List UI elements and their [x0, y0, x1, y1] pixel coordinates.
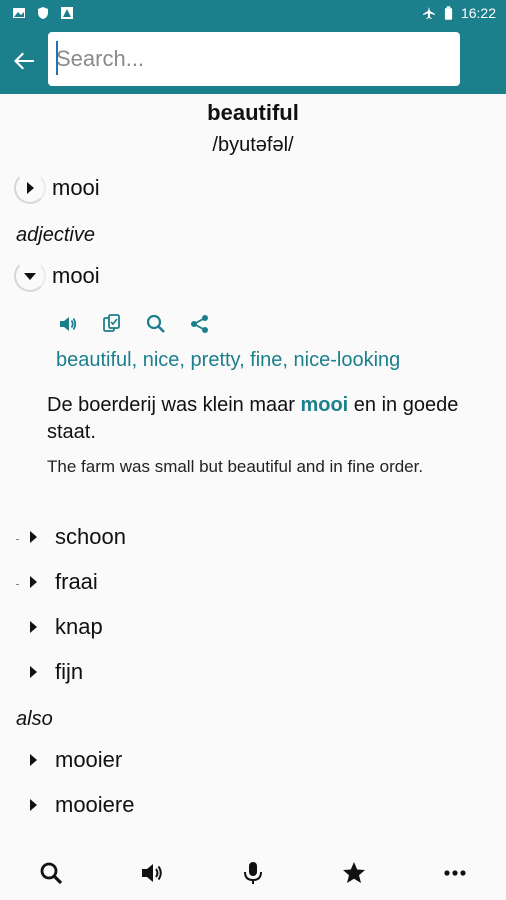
share-icon	[191, 315, 208, 333]
related-word[interactable]: mooier	[55, 747, 122, 773]
related-word[interactable]: mooiere	[55, 792, 134, 818]
translation-item[interactable]: schoon	[16, 524, 126, 550]
translation-word[interactable]: mooi	[52, 175, 100, 201]
expand-arrow-icon	[30, 576, 37, 588]
warning-icon	[61, 7, 73, 19]
example-dutch: De boerderij was klein maar mooi en in g…	[47, 392, 467, 446]
speaker-icon	[141, 864, 162, 882]
expand-arrow-icon	[30, 621, 37, 633]
voice-input-button[interactable]	[233, 853, 273, 893]
text-cursor	[56, 41, 58, 75]
bottom-toolbar	[0, 846, 506, 900]
translation-item[interactable]: fijn	[16, 659, 83, 685]
image-icon	[13, 8, 25, 18]
airplane-icon	[422, 7, 435, 19]
also-label: also	[16, 708, 53, 730]
expand-arrow-icon	[30, 754, 37, 766]
example-english: The farm was small but beautiful and in …	[47, 457, 424, 476]
headword: beautiful	[207, 100, 299, 125]
speak-button[interactable]	[56, 312, 80, 336]
microphone-icon	[243, 862, 262, 884]
related-item[interactable]: mooiere	[16, 792, 134, 818]
translation-word[interactable]: schoon	[55, 524, 126, 550]
speaker-icon	[60, 317, 77, 331]
translation-word[interactable]: mooi	[52, 263, 100, 289]
expand-arrow-icon	[30, 799, 37, 811]
status-time: 16:22	[460, 5, 496, 21]
synonyms[interactable]: beautiful, nice, pretty, fine, nice-look…	[56, 349, 400, 372]
expand-arrow-icon	[26, 182, 34, 194]
copy-icon	[103, 314, 120, 332]
battery-icon	[444, 5, 453, 20]
speak-tab-button[interactable]	[132, 853, 172, 893]
shield-icon	[38, 7, 48, 19]
example-dutch-before: De boerderij was klein maar	[47, 394, 301, 416]
star-icon	[343, 862, 366, 883]
back-button[interactable]	[8, 45, 40, 77]
example-dutch-highlight: mooi	[300, 394, 349, 416]
lookup-button[interactable]	[144, 312, 168, 336]
arrow-left-icon	[14, 52, 34, 70]
favorites-button[interactable]	[334, 853, 374, 893]
translation-item[interactable]: fraai	[16, 569, 98, 595]
translation-word[interactable]: fraai	[55, 569, 98, 595]
search-input[interactable]	[48, 32, 460, 86]
expand-toggle[interactable]	[14, 172, 46, 204]
collapse-toggle[interactable]	[14, 260, 46, 292]
search-tab-button[interactable]	[31, 853, 71, 893]
translation-row-expanded[interactable]: mooi	[14, 260, 100, 292]
part-of-speech: adjective	[16, 224, 95, 246]
related-item[interactable]: mooier	[16, 747, 122, 773]
more-button[interactable]	[435, 853, 475, 893]
app-bar	[0, 28, 506, 94]
search-icon	[146, 314, 165, 333]
collapse-arrow-icon	[24, 272, 36, 280]
translation-word[interactable]: fijn	[55, 659, 83, 685]
translation-word[interactable]: knap	[55, 614, 103, 640]
expand-arrow-icon	[30, 666, 37, 678]
search-icon	[40, 862, 62, 885]
more-icon	[444, 870, 466, 876]
translation-actions	[56, 312, 212, 336]
copy-button[interactable]	[100, 312, 124, 336]
translation-item[interactable]: knap	[16, 614, 103, 640]
pronunciation: /byutəfəl/	[212, 134, 294, 156]
expand-arrow-icon	[30, 531, 37, 543]
translation-row-collapsed[interactable]: mooi	[14, 172, 100, 204]
share-button[interactable]	[188, 312, 212, 336]
status-bar: 16:22	[0, 0, 506, 28]
